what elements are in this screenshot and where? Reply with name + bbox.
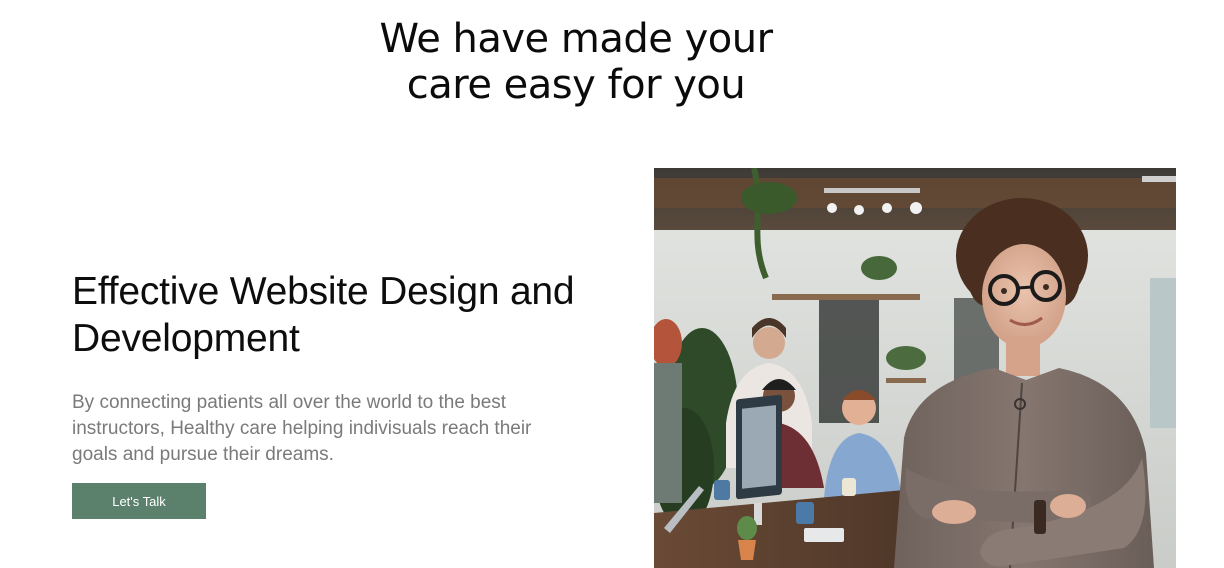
office-team-photo xyxy=(654,168,1176,568)
hero-title-line-1: We have made your xyxy=(379,16,773,62)
feature-heading: Effective Website Design and Development xyxy=(72,270,575,360)
page: We have made your care easy for you Effe… xyxy=(0,0,1224,568)
feature-description: By connecting patients all over the worl… xyxy=(72,392,532,465)
hero-title-line-2: care easy for you xyxy=(406,62,746,108)
hero-title: We have made your care easy for you xyxy=(0,16,1152,108)
lets-talk-button[interactable]: Let's Talk xyxy=(72,483,206,519)
